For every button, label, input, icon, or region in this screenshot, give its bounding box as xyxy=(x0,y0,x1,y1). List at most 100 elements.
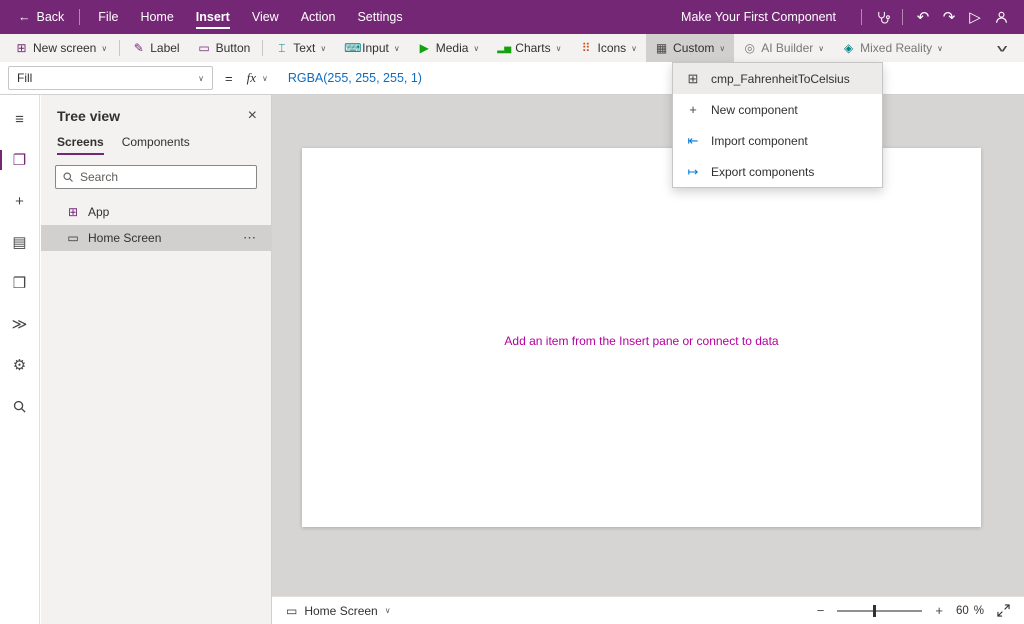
menu-view[interactable]: View xyxy=(241,0,290,34)
ai-builder-icon: ◎ xyxy=(743,41,756,55)
tree-item-label: Home Screen xyxy=(88,231,161,245)
menu-item-export-components[interactable]: ↦ Export components xyxy=(673,156,882,187)
tree-item-home-screen[interactable]: ▭ Home Screen ⋯ xyxy=(41,225,271,251)
input-dropdown[interactable]: ⌨ Input ∨ xyxy=(335,34,409,62)
data-sources-icon[interactable]: ▤ xyxy=(0,230,40,254)
component-name: cmp_FahrenheitToCelsius xyxy=(711,72,850,86)
zoom-out-button[interactable]: − xyxy=(817,603,825,618)
menu-item-new-component[interactable]: + New component xyxy=(673,94,882,125)
new-screen-label: New screen xyxy=(33,41,96,55)
import-icon: ⇤ xyxy=(685,133,701,149)
menu-insert[interactable]: Insert xyxy=(185,0,241,34)
app-title: Make Your First Component xyxy=(681,10,836,24)
property-selector[interactable]: Fill ∨ xyxy=(8,66,213,90)
custom-icon: ▦ xyxy=(655,41,668,55)
tree-view-header: Tree view × xyxy=(41,95,271,129)
overflow-menu-icon[interactable]: ⋯ xyxy=(243,230,257,246)
menu-item-component[interactable]: ⊞ cmp_FahrenheitToCelsius xyxy=(673,63,882,94)
redo-icon[interactable]: ↷ xyxy=(936,3,962,31)
app-checker-icon[interactable] xyxy=(869,3,895,31)
chevron-down-icon: ∨ xyxy=(473,44,479,53)
menu-file[interactable]: File xyxy=(87,0,129,34)
menu-item-import-component[interactable]: ⇤ Import component xyxy=(673,125,882,156)
icons-dropdown[interactable]: ⠿ Icons ∨ xyxy=(570,34,646,62)
button-button[interactable]: ▭ Button xyxy=(189,34,260,62)
menu-action[interactable]: Action xyxy=(290,0,347,34)
tree-view-icon[interactable]: ❐ xyxy=(0,148,40,172)
ai-builder-dropdown[interactable]: ◎ AI Builder ∨ xyxy=(734,34,833,62)
custom-components-menu: ⊞ cmp_FahrenheitToCelsius + New componen… xyxy=(672,62,883,188)
screen-icon: ▭ xyxy=(66,231,80,245)
insert-plus-icon[interactable]: + xyxy=(0,189,40,213)
play-preview-icon[interactable]: ▷ xyxy=(962,3,988,31)
icons-icon: ⠿ xyxy=(579,41,592,55)
mixed-reality-dropdown[interactable]: ◈ Mixed Reality ∨ xyxy=(833,34,952,62)
tree-item-app[interactable]: ⊞ App xyxy=(41,199,271,225)
tree-item-label: App xyxy=(88,205,109,219)
screen-selector-label: Home Screen xyxy=(304,604,377,618)
back-button[interactable]: ← Back xyxy=(10,10,72,24)
label-button[interactable]: ✎ Label xyxy=(123,34,188,62)
undo-icon[interactable]: ↶ xyxy=(910,3,936,31)
panel-title: Tree view xyxy=(57,108,120,124)
hamburger-menu-icon[interactable]: ≡ xyxy=(0,107,40,131)
chevron-down-icon: ∨ xyxy=(394,44,400,53)
media-dropdown[interactable]: ▶ Media ∨ xyxy=(409,34,489,62)
export-icon: ↦ xyxy=(685,164,701,180)
search-icon[interactable] xyxy=(0,394,40,418)
custom-label: Custom xyxy=(673,41,714,55)
zoom-in-button[interactable]: + xyxy=(935,603,943,618)
screen-icon: ▭ xyxy=(286,604,297,618)
media-label: Media xyxy=(436,41,469,55)
close-icon[interactable]: × xyxy=(248,108,257,124)
media-pane-icon[interactable]: ❒ xyxy=(0,271,40,295)
chevron-down-icon: ∨ xyxy=(262,74,268,83)
chevron-down-icon: ∨ xyxy=(937,44,943,53)
button-label: Button xyxy=(216,41,251,55)
app-icon: ⊞ xyxy=(66,205,80,219)
search-input[interactable] xyxy=(80,170,250,184)
ribbon-divider xyxy=(119,40,120,56)
charts-dropdown[interactable]: ▂▅ Charts ∨ xyxy=(488,34,570,62)
percent-sign: % xyxy=(974,605,984,617)
zoom-controls: − + 60 % xyxy=(817,603,1010,618)
label-label: Label xyxy=(150,41,179,55)
empty-screen-hint: Add an item from the Insert pane or conn… xyxy=(302,334,981,348)
new-screen-button[interactable]: ⊞ New screen ∨ xyxy=(6,34,116,62)
hint-text: Add an item from the Insert pane or xyxy=(504,334,696,348)
chevron-down-icon: ∨ xyxy=(719,44,725,53)
ai-builder-label: AI Builder xyxy=(761,41,813,55)
screen-selector[interactable]: ▭ Home Screen ∨ xyxy=(286,604,391,618)
text-label: Text xyxy=(293,41,315,55)
plus-icon: + xyxy=(685,102,701,117)
fx-selector[interactable]: fx ∨ xyxy=(247,70,268,86)
menu-settings[interactable]: Settings xyxy=(346,0,413,34)
tree-view-tabs: Screens Components xyxy=(41,131,271,155)
power-automate-icon[interactable]: ≫ xyxy=(0,312,40,336)
tab-components[interactable]: Components xyxy=(122,131,190,155)
charts-label: Charts xyxy=(515,41,550,55)
menu-home[interactable]: Home xyxy=(129,0,184,34)
account-icon[interactable] xyxy=(988,3,1014,31)
component-grid-icon: ⊞ xyxy=(685,71,701,87)
topbar-divider xyxy=(861,9,862,25)
fit-to-window-icon[interactable] xyxy=(997,604,1010,617)
export-components-label: Export components xyxy=(711,165,814,179)
zoom-percentage: 60 xyxy=(956,605,969,617)
back-label: Back xyxy=(37,10,65,24)
tab-screens[interactable]: Screens xyxy=(57,131,104,155)
custom-dropdown[interactable]: ▦ Custom ∨ xyxy=(646,34,734,62)
chevron-down-icon: ∨ xyxy=(101,44,107,53)
connect-to-data-link[interactable]: connect to data xyxy=(697,334,779,348)
canvas-bottom-bar: ▭ Home Screen ∨ − + 60 % xyxy=(272,596,1024,624)
zoom-slider-handle[interactable] xyxy=(873,605,876,617)
advanced-tools-icon[interactable]: ⚙ xyxy=(0,353,40,377)
formula-input[interactable]: RGBA(255, 255, 255, 1) xyxy=(288,71,422,85)
zoom-slider[interactable] xyxy=(837,610,922,612)
text-dropdown[interactable]: ⌶ Text ∨ xyxy=(266,34,335,62)
ribbon-collapse-chevron-icon[interactable]: ∨ xyxy=(994,42,1009,53)
media-icon: ▶ xyxy=(418,41,431,55)
icons-label: Icons xyxy=(597,41,626,55)
topbar-divider xyxy=(79,9,80,25)
screen-artboard[interactable]: Add an item from the Insert pane or conn… xyxy=(302,148,981,527)
